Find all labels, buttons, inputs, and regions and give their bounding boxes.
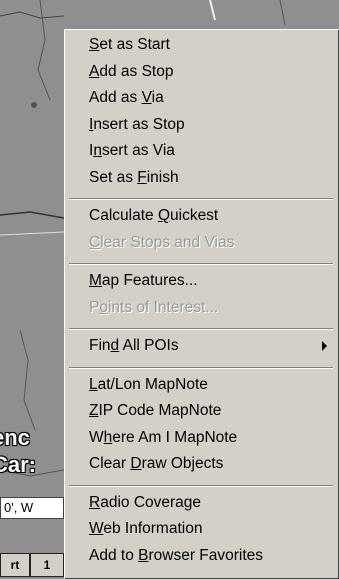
- menu-item-insert-as-stop[interactable]: Insert as Stop: [89, 113, 185, 137]
- menu-separator: [69, 328, 333, 330]
- menu-item-set-as-finish[interactable]: Set as Finish: [89, 166, 179, 190]
- menu-item-zip-code-mapnote[interactable]: ZIP Code MapNote: [89, 399, 221, 423]
- menu-item-calculate-quickest[interactable]: Calculate Quickest: [89, 204, 218, 228]
- map-place-label: enc: [0, 425, 30, 450]
- menu-item-set-as-start[interactable]: Set as Start: [89, 33, 170, 57]
- coordinate-field: 0', W: [0, 497, 64, 519]
- menu-item-find-all-pois[interactable]: Find All POIs: [89, 334, 179, 358]
- menu-separator: [69, 263, 333, 265]
- menu-separator: [69, 198, 333, 200]
- menu-item-clear-stops-and-vias: Clear Stops and Vias: [89, 233, 235, 251]
- status-bar-button[interactable]: 1: [30, 553, 64, 577]
- menu-item-clear-draw-objects[interactable]: Clear Draw Objects: [89, 452, 223, 476]
- menu-item-points-of-interest: Points of Interest...: [89, 298, 219, 316]
- menu-separator: [69, 484, 333, 487]
- menu-item-map-features[interactable]: Map Features...: [89, 269, 198, 293]
- menu-item-add-as-via[interactable]: Add as Via: [89, 86, 164, 110]
- menu-item-web-information[interactable]: Web Information: [89, 517, 202, 541]
- menu-separator: [69, 366, 333, 369]
- context-menu: Set as Start Add as Stop Add as Via Insert …: [64, 29, 339, 579]
- menu-item-radio-coverage[interactable]: Radio Coverage: [89, 491, 201, 515]
- menu-item-insert-as-via[interactable]: Insert as Via: [89, 139, 175, 163]
- map-place-label: Car:: [0, 452, 37, 477]
- menu-item-lat-lon-mapnote[interactable]: Lat/Lon MapNote: [89, 373, 208, 397]
- submenu-arrow-icon: [322, 341, 327, 351]
- menu-item-add-as-stop[interactable]: Add as Stop: [89, 60, 173, 84]
- status-bar-button[interactable]: rt: [0, 553, 30, 577]
- menu-item-where-am-i-mapnote[interactable]: Where Am I MapNote: [89, 426, 237, 450]
- menu-item-add-to-browser-favorites[interactable]: Add to Browser Favorites: [89, 544, 263, 568]
